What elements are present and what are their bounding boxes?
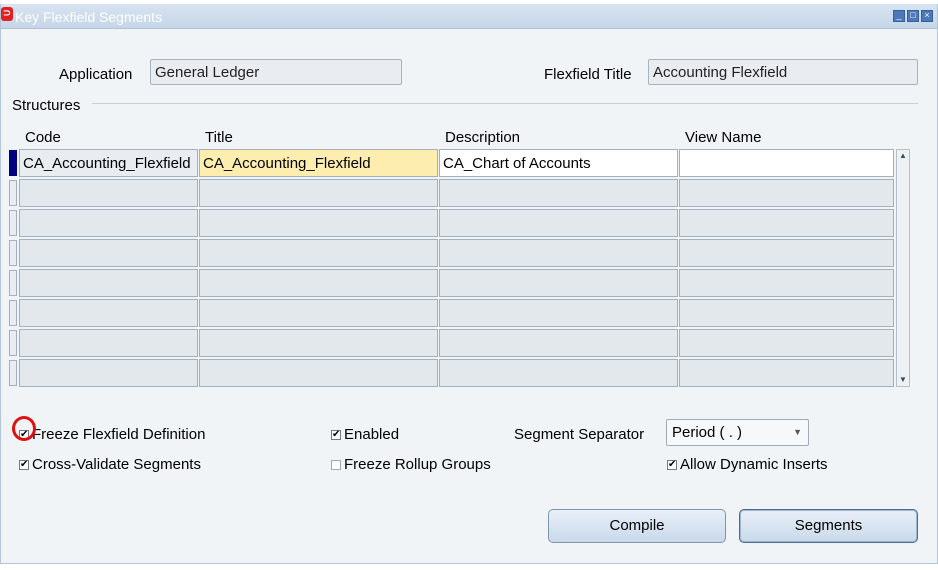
enabled-checkbox[interactable]: ✔ Enabled — [331, 426, 399, 443]
minimize-icon[interactable]: _ — [893, 10, 905, 22]
cell-description[interactable] — [439, 329, 678, 357]
cell-code[interactable] — [19, 329, 198, 357]
cell-code[interactable] — [19, 299, 198, 327]
title-bar: ⊃ Key Flexfield Segments _ □ × — [1, 4, 937, 29]
freeze-flexfield-definition-checkbox[interactable]: ✔ Freeze Flexfield Definition — [19, 426, 205, 443]
segment-separator-select[interactable]: Period ( . ) ▼ — [666, 419, 809, 446]
compile-button[interactable]: Compile — [548, 509, 726, 543]
segments-button[interactable]: Segments — [739, 509, 918, 543]
cell-title[interactable]: CA_Accounting_Flexfield — [199, 149, 438, 177]
checkbox-checked-icon: ✔ — [667, 458, 677, 470]
cell-code[interactable] — [19, 179, 198, 207]
flexfield-title-label: Flexfield Title — [544, 66, 632, 83]
flexfield-title-field[interactable]: Accounting Flexfield — [648, 59, 918, 85]
row-indicator[interactable] — [9, 270, 17, 296]
cross-validate-segments-label: Cross-Validate Segments — [32, 456, 201, 473]
section-divider — [92, 103, 918, 104]
checkbox-unchecked-icon — [331, 459, 341, 470]
freeze-rollup-groups-checkbox[interactable]: Freeze Rollup Groups — [331, 456, 491, 473]
row-indicator[interactable] — [9, 180, 17, 206]
oracle-logo-icon: ⊃ — [1, 7, 13, 21]
cell-view-name[interactable] — [679, 299, 894, 327]
chevron-down-icon: ▼ — [793, 427, 802, 437]
row-indicator[interactable] — [9, 360, 17, 386]
cell-description[interactable] — [439, 359, 678, 387]
cell-description[interactable] — [439, 179, 678, 207]
cell-view-name[interactable] — [679, 329, 894, 357]
cell-code[interactable]: CA_Accounting_Flexfield — [19, 149, 198, 177]
freeze-flexfield-definition-label: Freeze Flexfield Definition — [32, 426, 206, 443]
row-indicator[interactable] — [9, 210, 17, 236]
cell-description[interactable] — [439, 269, 678, 297]
cell-title[interactable] — [199, 209, 438, 237]
cell-code[interactable] — [19, 269, 198, 297]
row-indicator[interactable] — [9, 330, 17, 356]
cell-description[interactable] — [439, 239, 678, 267]
cell-title[interactable] — [199, 269, 438, 297]
window-controls: _ □ × — [893, 10, 933, 22]
window-title: Key Flexfield Segments — [15, 9, 163, 25]
cell-title[interactable] — [199, 179, 438, 207]
cell-view-name[interactable] — [679, 209, 894, 237]
row-indicator[interactable] — [9, 240, 17, 266]
cell-title[interactable] — [199, 329, 438, 357]
cell-view-name[interactable] — [679, 179, 894, 207]
cross-validate-segments-checkbox[interactable]: ✔ Cross-Validate Segments — [19, 456, 201, 473]
column-header-title: Title — [205, 129, 233, 146]
application-field[interactable]: General Ledger — [150, 59, 402, 85]
red-highlight-circle — [12, 416, 36, 441]
cell-view-name[interactable] — [679, 269, 894, 297]
row-indicator-active[interactable] — [9, 150, 17, 176]
freeze-rollup-groups-label: Freeze Rollup Groups — [344, 456, 491, 473]
segment-separator-value: Period ( . ) — [672, 424, 743, 441]
cell-code[interactable] — [19, 359, 198, 387]
cell-view-name[interactable] — [679, 359, 894, 387]
table-scrollbar[interactable]: ▲ ▼ — [896, 149, 910, 387]
cell-description[interactable] — [439, 209, 678, 237]
cell-title[interactable] — [199, 299, 438, 327]
allow-dynamic-inserts-checkbox[interactable]: ✔ Allow Dynamic Inserts — [667, 456, 828, 473]
column-header-view-name: View Name — [685, 129, 762, 146]
close-icon[interactable]: × — [921, 10, 933, 22]
cell-description[interactable]: CA_Chart of Accounts — [439, 149, 678, 177]
column-header-description: Description — [445, 129, 521, 146]
cell-view-name[interactable] — [679, 149, 894, 177]
column-header-code: Code — [25, 129, 61, 146]
cell-code[interactable] — [19, 209, 198, 237]
checkbox-checked-icon: ✔ — [19, 458, 29, 470]
enabled-label: Enabled — [344, 426, 400, 443]
row-indicator[interactable] — [9, 300, 17, 326]
scroll-down-icon[interactable]: ▼ — [898, 375, 908, 385]
checkbox-checked-icon: ✔ — [331, 428, 341, 440]
cell-description[interactable] — [439, 299, 678, 327]
structures-section-label: Structures — [12, 97, 81, 114]
cell-title[interactable] — [199, 239, 438, 267]
cell-view-name[interactable] — [679, 239, 894, 267]
allow-dynamic-inserts-label: Allow Dynamic Inserts — [680, 456, 828, 473]
scroll-up-icon[interactable]: ▲ — [898, 151, 908, 161]
application-label: Application — [59, 66, 133, 83]
cell-title[interactable] — [199, 359, 438, 387]
segment-separator-label: Segment Separator — [514, 426, 645, 443]
cell-code[interactable] — [19, 239, 198, 267]
maximize-icon[interactable]: □ — [907, 10, 919, 22]
